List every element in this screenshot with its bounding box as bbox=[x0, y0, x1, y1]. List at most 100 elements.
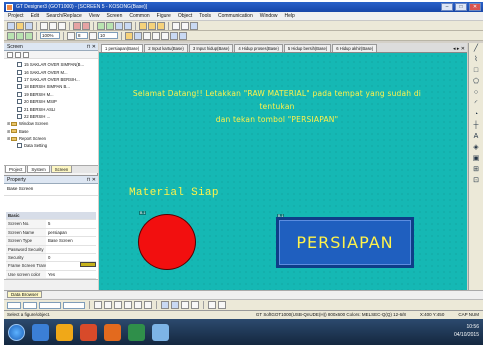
pin-icon[interactable]: ⊓ ✕ bbox=[87, 43, 96, 51]
align-icon[interactable] bbox=[143, 31, 151, 40]
front-icon[interactable] bbox=[161, 301, 169, 309]
tab-scroll-arrows-icon[interactable]: ◂ ▸ ✕ bbox=[453, 46, 467, 52]
align-left-icon[interactable] bbox=[94, 301, 102, 309]
align-top-icon[interactable] bbox=[124, 301, 132, 309]
tree-item[interactable]: 19 BERSIH M... bbox=[7, 91, 95, 98]
bold-icon[interactable] bbox=[89, 31, 97, 40]
new-screen-icon[interactable] bbox=[97, 21, 105, 30]
property-row[interactable]: Screen Name persiapan bbox=[6, 228, 96, 238]
undo-icon[interactable] bbox=[73, 21, 81, 30]
menu-view[interactable]: View bbox=[89, 13, 100, 19]
back-icon[interactable] bbox=[171, 301, 179, 309]
property-value[interactable] bbox=[46, 262, 80, 269]
grid-icon[interactable] bbox=[172, 21, 180, 30]
data-browser-tab[interactable]: Data Browser bbox=[7, 291, 43, 298]
flip-icon[interactable] bbox=[191, 301, 199, 309]
zoom-in-icon[interactable] bbox=[16, 31, 24, 40]
height-field[interactable] bbox=[63, 301, 85, 309]
property-row[interactable]: Frame Screen Transition bbox=[6, 262, 96, 271]
delete-screen-tree-icon[interactable] bbox=[23, 52, 29, 58]
tree-item[interactable]: 20 BERSIH MSIP bbox=[7, 98, 95, 105]
property-value[interactable] bbox=[46, 246, 96, 253]
system-tray[interactable]: 10:56 04/10/2015 bbox=[454, 323, 479, 339]
menu-search-replace[interactable]: Search/Replace bbox=[46, 13, 82, 19]
align-center-icon[interactable] bbox=[104, 301, 112, 309]
select-icon[interactable] bbox=[7, 31, 15, 40]
ungroup-icon[interactable] bbox=[161, 31, 169, 40]
property-row[interactable]: Basic bbox=[6, 212, 96, 221]
document-tab[interactable]: 3 Input hidup(Base) bbox=[188, 44, 234, 52]
property-value[interactable]: Base Screen bbox=[46, 237, 96, 244]
document-tab[interactable]: 6 Hidup akhir(Base) bbox=[332, 44, 378, 52]
menu-edit[interactable]: Edit bbox=[31, 13, 40, 19]
write-to-got-icon[interactable] bbox=[148, 21, 156, 30]
image-tool-icon[interactable]: ▣ bbox=[473, 155, 480, 163]
text-tool-icon[interactable]: A bbox=[474, 133, 479, 141]
paint-tool-icon[interactable]: ◈ bbox=[473, 144, 478, 152]
circle-tool-icon[interactable]: ○ bbox=[474, 89, 478, 97]
gt-designer-icon[interactable] bbox=[152, 323, 169, 341]
line-tool-icon[interactable]: ╱ bbox=[474, 45, 478, 53]
document-tab[interactable]: 2 Input kartu(Base) bbox=[144, 44, 188, 52]
open-screen-tree-icon[interactable] bbox=[15, 52, 21, 58]
fill-color-icon[interactable] bbox=[125, 31, 133, 40]
property-row[interactable]: Screen No. 5 bbox=[6, 220, 96, 229]
tree-item[interactable]: ⊞ Report Screen bbox=[7, 135, 95, 142]
document-tab[interactable]: 4 Hidup proses(Base) bbox=[234, 44, 283, 52]
zoom-field[interactable]: 100% bbox=[40, 32, 60, 39]
menu-screen[interactable]: Screen bbox=[107, 13, 123, 19]
copy-icon[interactable] bbox=[49, 21, 57, 30]
save-icon[interactable] bbox=[25, 21, 33, 30]
material-lamp[interactable] bbox=[138, 214, 196, 270]
persiapan-button[interactable]: PERSIAPAN bbox=[276, 217, 414, 268]
distribute-icon[interactable] bbox=[208, 301, 216, 309]
property-row[interactable]: Use screen color Yes bbox=[6, 270, 96, 280]
property-value[interactable]: 5 bbox=[46, 220, 96, 227]
open-project-icon[interactable] bbox=[16, 21, 24, 30]
tree-item[interactable]: 15 SAKLAR OVER SIMPAN(B... bbox=[7, 61, 95, 68]
font-size-field[interactable]: 8 bbox=[76, 32, 88, 39]
tab-screen[interactable]: Screen bbox=[50, 166, 73, 173]
object-tool-icon[interactable]: ⊞ bbox=[473, 166, 479, 174]
layer-icon[interactable] bbox=[170, 31, 178, 40]
tree-item[interactable]: 18 BERSIH SIMPAN B... bbox=[7, 83, 95, 90]
tab-system[interactable]: System bbox=[27, 166, 50, 173]
maximize-button[interactable]: □ bbox=[455, 3, 467, 11]
snap-icon[interactable] bbox=[181, 21, 189, 30]
property-row[interactable]: Security 0 bbox=[6, 253, 96, 263]
property-value[interactable]: persiapan bbox=[46, 229, 96, 236]
start-button[interactable] bbox=[8, 323, 25, 341]
redo-icon[interactable] bbox=[82, 21, 90, 30]
polyline-tool-icon[interactable]: ⌇ bbox=[474, 56, 477, 64]
explorer-icon[interactable] bbox=[32, 323, 49, 341]
scale-tool-icon[interactable]: ┼ bbox=[474, 122, 479, 130]
menu-common[interactable]: Common bbox=[129, 13, 149, 19]
document-tab[interactable]: 1 persiapan(Base) bbox=[101, 44, 144, 52]
plc-software-icon[interactable] bbox=[128, 323, 145, 341]
property-pin-icon[interactable]: ⊓ ✕ bbox=[87, 176, 96, 184]
line-color-icon[interactable] bbox=[134, 31, 142, 40]
menu-object[interactable]: Object bbox=[178, 13, 192, 19]
document-tab[interactable]: 5 Hidup bersih(Base) bbox=[283, 44, 332, 52]
screen-canvas[interactable]: Selamat Datang!! Letakkan "RAW MATERIAL"… bbox=[99, 53, 467, 290]
close-button[interactable]: ✕ bbox=[469, 3, 481, 11]
align-middle-icon[interactable] bbox=[134, 301, 142, 309]
x-field[interactable] bbox=[7, 301, 21, 309]
switch-tool-icon[interactable]: ⊡ bbox=[473, 177, 479, 185]
folder-icon[interactable] bbox=[56, 323, 73, 341]
rotate-icon[interactable] bbox=[181, 301, 189, 309]
new-project-icon[interactable] bbox=[7, 21, 15, 30]
align-bottom-icon[interactable] bbox=[144, 301, 152, 309]
menu-figure[interactable]: Figure bbox=[157, 13, 171, 19]
arc-tool-icon[interactable]: ◜ bbox=[475, 100, 478, 108]
property-icon[interactable] bbox=[190, 21, 198, 30]
screen-list-icon[interactable] bbox=[106, 21, 114, 30]
line-width-field[interactable]: 10 bbox=[98, 32, 118, 39]
property-row[interactable]: Password Security bbox=[6, 245, 96, 254]
property-value[interactable]: 0 bbox=[46, 254, 96, 261]
y-field[interactable] bbox=[23, 301, 37, 309]
paste-icon[interactable] bbox=[58, 21, 66, 30]
property-value[interactable]: Yes bbox=[46, 271, 96, 278]
group-icon[interactable] bbox=[152, 31, 160, 40]
same-size-icon[interactable] bbox=[218, 301, 226, 309]
